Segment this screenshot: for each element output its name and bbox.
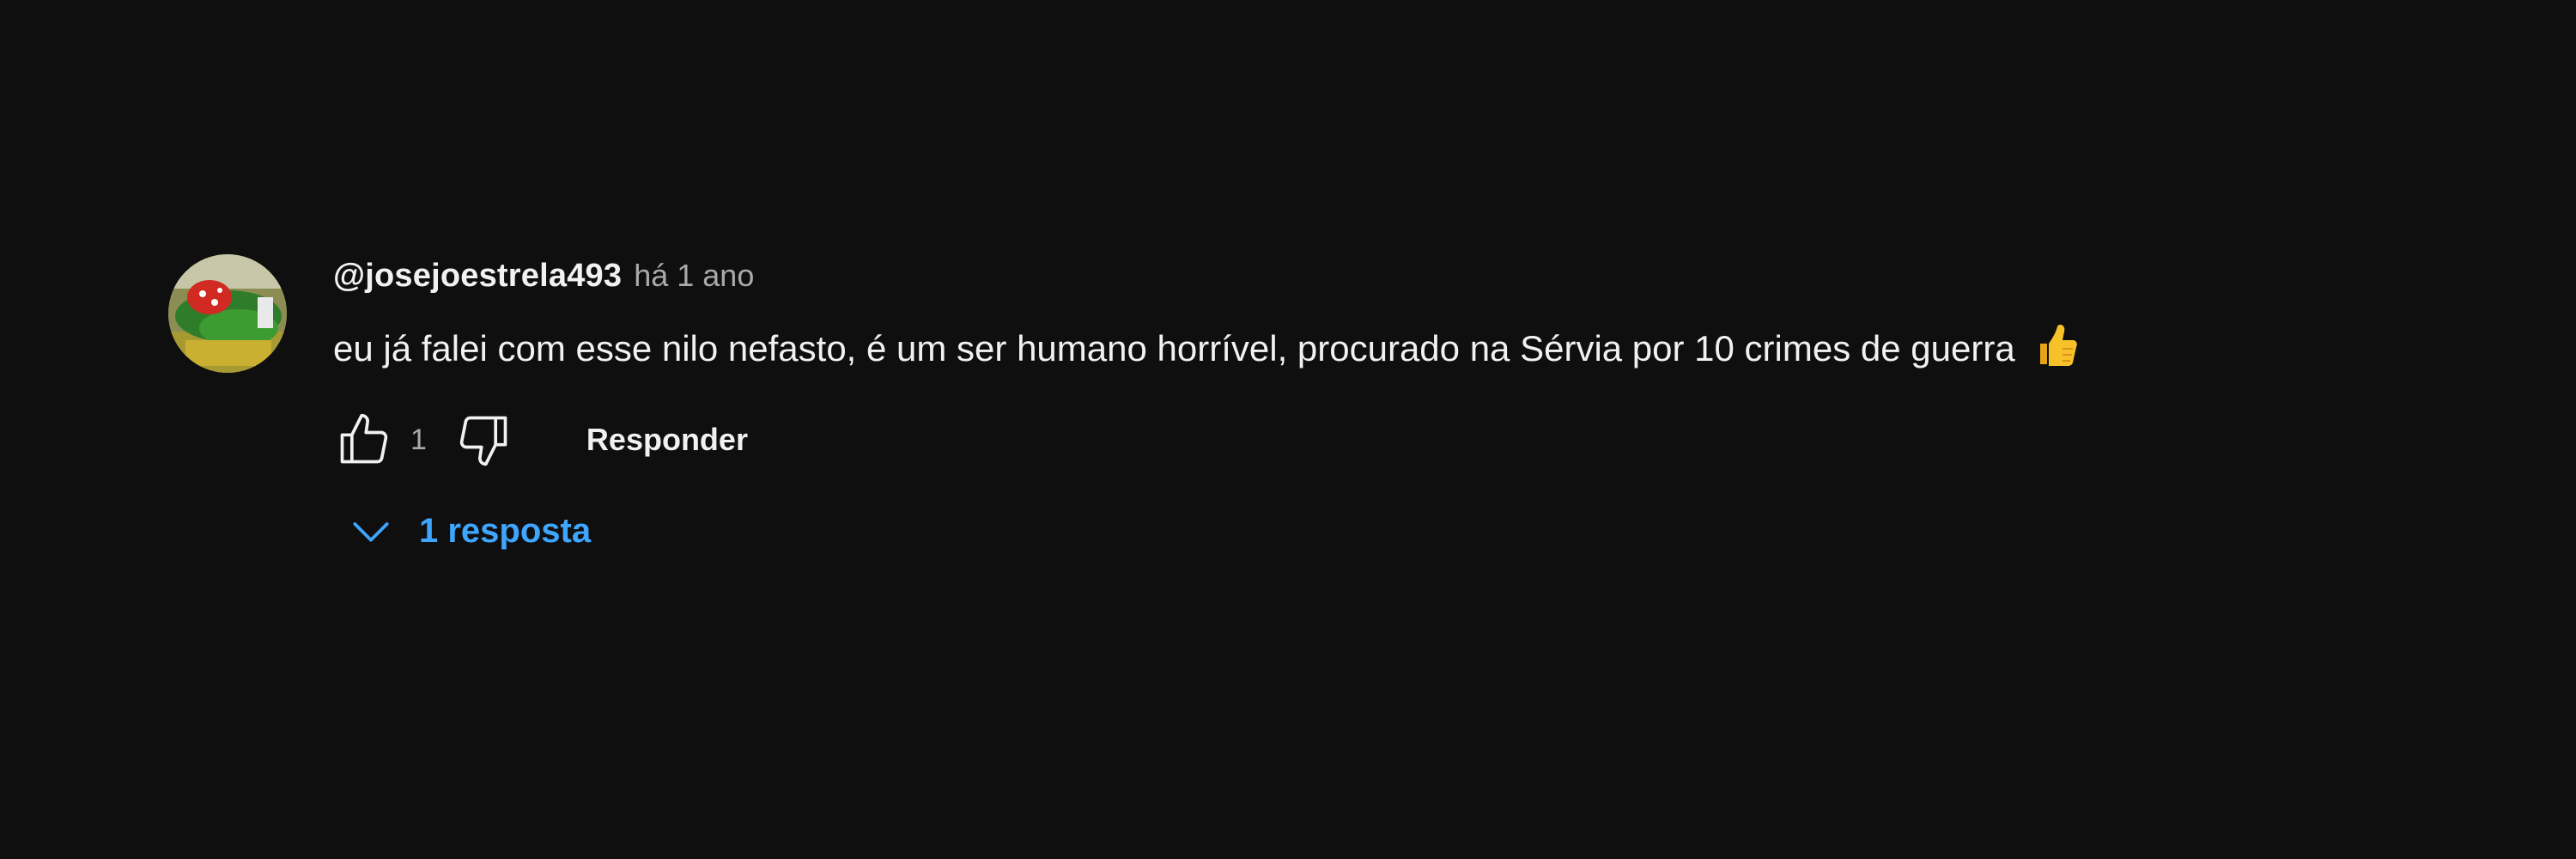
dislike-button[interactable] <box>453 409 514 471</box>
comment-timestamp[interactable]: há 1 ano <box>634 258 754 294</box>
like-button[interactable] <box>333 409 395 471</box>
reply-button[interactable]: Responder <box>586 422 748 458</box>
chevron-down-icon <box>353 522 389 542</box>
avatar[interactable] <box>168 254 287 373</box>
author-name[interactable]: @josejoestrela493 <box>333 258 622 295</box>
replies-count-label: 1 resposta <box>419 511 592 550</box>
comment-text: eu já falei com esse nilo nefasto, é um … <box>333 323 2078 369</box>
comment-text-content: eu já falei com esse nilo nefasto, é um … <box>333 328 2015 369</box>
show-replies-button[interactable]: 1 resposta <box>333 503 591 558</box>
comment-header: @josejoestrela493 há 1 ano <box>333 258 754 301</box>
comment-actions: 1 Responder <box>333 405 748 474</box>
thumb-down-icon <box>459 416 507 466</box>
avatar-image <box>168 254 287 373</box>
like-count: 1 <box>410 423 427 456</box>
thumb-up-icon <box>340 413 388 464</box>
thumbs-up-emoji <box>2040 325 2078 366</box>
